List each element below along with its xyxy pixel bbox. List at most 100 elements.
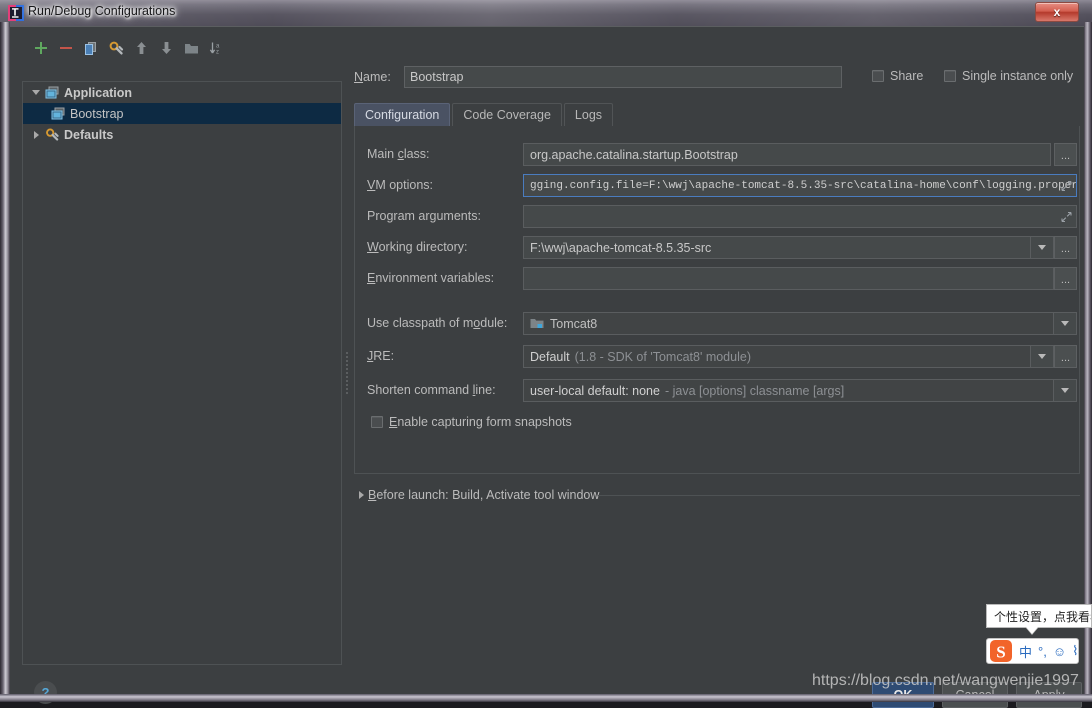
create-folder-button[interactable] [180,37,202,59]
jre-combo[interactable]: Default (1.8 - SDK of 'Tomcat8' module) [523,345,1031,368]
svg-text:z: z [216,50,219,56]
window-frame-right [1084,22,1092,702]
checkbox-box[interactable] [944,70,956,82]
shorten-command-line-label: Shorten command line: [367,383,496,397]
edit-templates-button[interactable] [105,37,127,59]
tab-code-coverage[interactable]: Code Coverage [452,103,562,126]
chevron-down-icon [1038,245,1046,250]
add-configuration-button[interactable] [30,37,52,59]
name-label-rest: ame: [363,70,391,84]
ime-toolbar[interactable]: S 中 °, ☺ ⌇ [986,638,1080,664]
tab-logs-label: Logs [574,108,603,122]
single-instance-only-checkbox[interactable]: Single instance only [944,69,1073,83]
editor-tabs: Configuration Code Coverage Logs [354,101,615,126]
ellipsis-icon: ... [1060,150,1071,162]
main-class-browse-button[interactable]: ... [1054,143,1077,166]
share-label: Share [890,69,924,83]
checkbox-box[interactable] [371,416,383,428]
intellij-idea-icon [8,5,24,21]
shorten-command-line-value: user-local default: none [530,383,660,398]
working-directory-value: F:\wwj\apache-tomcat-8.5.35-src [530,240,712,255]
tree-label-defaults: Defaults [64,127,114,142]
ime-tooltip-text: 个性设置，点我看看 [994,609,1092,624]
panel-splitter[interactable] [344,81,350,665]
single-instance-label: Single instance only [962,69,1074,83]
jre-dropdown-button[interactable] [1031,345,1054,368]
jre-value: Default [530,349,570,364]
main-class-value: org.apache.catalina.startup.Bootstrap [530,147,738,162]
vm-options-label: VM options: [367,178,434,192]
working-directory-dropdown-button[interactable] [1031,236,1054,259]
tab-logs[interactable]: Logs [563,103,614,126]
remove-configuration-button[interactable] [55,37,77,59]
jre-value-detail: (1.8 - SDK of 'Tomcat8' module) [574,349,751,364]
chevron-right-icon[interactable] [354,488,368,502]
share-checkbox[interactable]: Share [872,69,923,83]
ime-punctuation-toggle[interactable]: °, [1038,644,1047,659]
expand-editor-icon[interactable] [1061,180,1072,191]
configurations-tree[interactable]: Application Bootstrap Defaults [22,81,342,665]
ime-emoji-button[interactable]: ☺ [1053,644,1066,659]
svg-text:S: S [996,643,1005,662]
use-classpath-of-module-combo[interactable]: Tomcat8 [523,312,1054,335]
use-classpath-of-module-value: Tomcat8 [550,316,598,331]
window-frame-bottom [0,694,1092,702]
wrench-icon [44,127,60,143]
before-launch-divider [598,495,1080,496]
ellipsis-icon: ... [1060,352,1071,364]
environment-variables-browse-button[interactable]: ... [1054,267,1077,290]
name-label: Name: [354,70,391,84]
chevron-down-icon[interactable] [29,86,43,100]
application-icon [50,106,66,122]
window-frame-left [0,22,10,702]
use-classpath-of-module-dropdown-button[interactable] [1054,312,1077,335]
expand-editor-icon[interactable] [1061,211,1072,222]
tab-configuration[interactable]: Configuration [354,103,451,126]
copy-configuration-button[interactable] [80,37,102,59]
ime-mode-chinese[interactable]: 中 [1019,642,1032,661]
ime-tooltip[interactable]: 个性设置，点我看看 [986,604,1092,628]
close-icon: x [1053,5,1061,19]
ellipsis-icon: ... [1060,243,1071,255]
window-title: Run/Debug Configurations [28,4,176,18]
chevron-down-icon [1038,354,1046,359]
shorten-command-line-value-detail: - java [options] classname [args] [664,383,845,398]
ellipsis-icon: ... [1060,274,1071,286]
application-window: Run/Debug Configurations x a z Applicati… [0,0,1092,708]
name-input[interactable] [404,66,842,88]
chevron-down-icon [1061,388,1069,393]
sogou-pinyin-icon[interactable]: S [989,639,1013,663]
program-arguments-label: Program arguments: [367,209,481,223]
enable-capturing-form-snapshots-label: Enable capturing form snapshots [389,415,572,429]
move-up-button[interactable] [130,37,152,59]
configurations-toolbar: a z [22,37,340,63]
shorten-command-line-combo[interactable]: user-local default: none - java [options… [523,379,1054,402]
vm-options-input[interactable]: gging.config.file=F:\wwj\apache-tomcat-8… [523,174,1077,197]
close-button[interactable]: x [1035,2,1079,22]
sort-alphabetically-button[interactable]: a z [205,37,227,59]
tree-row-defaults[interactable]: Defaults [23,124,341,145]
ime-tooltip-arrow [1026,627,1038,634]
tree-row-application[interactable]: Application [23,82,341,103]
program-arguments-input[interactable] [523,205,1077,228]
vm-options-value: gging.config.file=F:\wwj\apache-tomcat-8… [530,179,1077,192]
move-down-button[interactable] [155,37,177,59]
environment-variables-input[interactable] [523,267,1054,290]
title-bar: Run/Debug Configurations x [0,0,1092,26]
tree-label-application: Application [64,85,133,100]
chevron-right-icon[interactable] [29,128,43,142]
tree-label-bootstrap: Bootstrap [70,106,124,121]
working-directory-input[interactable]: F:\wwj\apache-tomcat-8.5.35-src [523,236,1031,259]
shorten-command-line-dropdown-button[interactable] [1054,379,1077,402]
splitter-grip-icon [346,351,348,395]
ime-voice-button[interactable]: ⌇ [1072,643,1078,659]
tree-row-bootstrap[interactable]: Bootstrap [23,103,341,124]
checkbox-box[interactable] [872,70,884,82]
jre-browse-button[interactable]: ... [1054,345,1077,368]
main-class-input[interactable]: org.apache.catalina.startup.Bootstrap [523,143,1051,166]
configuration-editor-panel: Name: Share Single instance only Configu… [354,37,1080,665]
chevron-down-icon [1061,321,1069,326]
tab-configuration-label: Configuration [365,108,440,122]
enable-capturing-form-snapshots-checkbox[interactable]: Enable capturing form snapshots [371,415,572,429]
working-directory-browse-button[interactable]: ... [1054,236,1077,259]
